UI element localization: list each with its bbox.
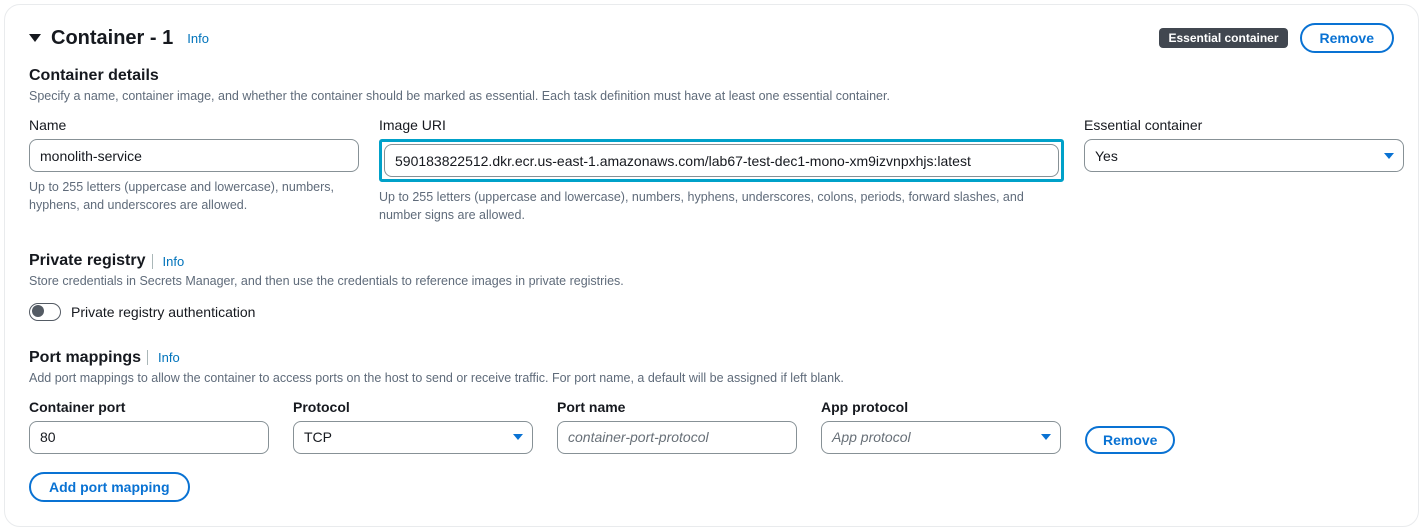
protocol-select[interactable]: TCP — [293, 421, 533, 454]
name-label: Name — [29, 117, 359, 133]
add-port-mapping-button[interactable]: Add port mapping — [29, 472, 190, 502]
container-port-label: Container port — [29, 399, 269, 415]
container-details-sub: Specify a name, container image, and whe… — [29, 87, 1394, 105]
toggle-knob-icon — [32, 305, 44, 317]
app-protocol-group: App protocol App protocol — [821, 399, 1061, 454]
name-field-group: Name Up to 255 letters (uppercase and lo… — [29, 117, 359, 214]
remove-port-mapping-button[interactable]: Remove — [1085, 426, 1175, 454]
protocol-select-wrap: TCP — [293, 421, 533, 454]
port-name-label: Port name — [557, 399, 797, 415]
container-header: Container - 1 Info Essential container R… — [29, 23, 1394, 53]
port-name-group: Port name — [557, 399, 797, 454]
container-panel: Container - 1 Info Essential container R… — [4, 4, 1419, 527]
essential-label: Essential container — [1084, 117, 1404, 133]
port-mappings-section: Port mappings Info Add port mappings to … — [29, 349, 1394, 502]
image-uri-label: Image URI — [379, 117, 1064, 133]
image-uri-helper: Up to 255 letters (uppercase and lowerca… — [379, 188, 1064, 224]
container-info-link[interactable]: Info — [183, 31, 209, 46]
image-uri-input[interactable] — [384, 144, 1059, 177]
protocol-group: Protocol TCP — [293, 399, 533, 454]
remove-container-button[interactable]: Remove — [1300, 23, 1394, 53]
container-port-group: Container port — [29, 399, 269, 454]
app-protocol-select-wrap: App protocol — [821, 421, 1061, 454]
port-mappings-info-link[interactable]: Info — [147, 350, 180, 365]
private-registry-heading: Private registry — [29, 252, 146, 270]
name-helper: Up to 255 letters (uppercase and lowerca… — [29, 178, 359, 214]
port-remove-cell: Remove — [1085, 426, 1394, 454]
private-registry-info-link[interactable]: Info — [152, 254, 185, 269]
container-header-right: Essential container Remove — [1159, 23, 1394, 53]
port-mappings-sub: Add port mappings to allow the container… — [29, 369, 1394, 387]
private-registry-toggle[interactable] — [29, 303, 61, 321]
port-name-input[interactable] — [557, 421, 797, 454]
essential-select-wrap: Yes — [1084, 139, 1404, 172]
container-details-heading: Container details — [29, 67, 1394, 85]
app-protocol-label: App protocol — [821, 399, 1061, 415]
essential-field-group: Essential container Yes — [1084, 117, 1404, 172]
container-header-left: Container - 1 Info — [29, 27, 209, 50]
private-registry-header-row: Private registry Info — [29, 252, 1394, 270]
protocol-label: Protocol — [293, 399, 533, 415]
private-registry-section: Private registry Info Store credentials … — [29, 252, 1394, 320]
private-registry-toggle-label: Private registry authentication — [71, 304, 255, 320]
container-details-row: Name Up to 255 letters (uppercase and lo… — [29, 117, 1394, 224]
port-mappings-heading: Port mappings — [29, 349, 141, 367]
container-title: Container - 1 — [51, 27, 173, 50]
app-protocol-select[interactable]: App protocol — [821, 421, 1061, 454]
image-uri-highlight — [379, 139, 1064, 182]
port-mapping-row: Container port Protocol TCP Port name Ap… — [29, 399, 1394, 454]
container-details-section: Container details Specify a name, contai… — [29, 67, 1394, 224]
private-registry-sub: Store credentials in Secrets Manager, an… — [29, 272, 1394, 290]
essential-select[interactable]: Yes — [1084, 139, 1404, 172]
container-port-input[interactable] — [29, 421, 269, 454]
private-registry-toggle-row: Private registry authentication — [29, 303, 1394, 321]
port-mappings-header-row: Port mappings Info — [29, 349, 1394, 367]
essential-badge: Essential container — [1159, 28, 1287, 48]
image-uri-field-group: Image URI Up to 255 letters (uppercase a… — [379, 117, 1064, 224]
collapse-caret-icon[interactable] — [29, 34, 41, 42]
name-input[interactable] — [29, 139, 359, 172]
